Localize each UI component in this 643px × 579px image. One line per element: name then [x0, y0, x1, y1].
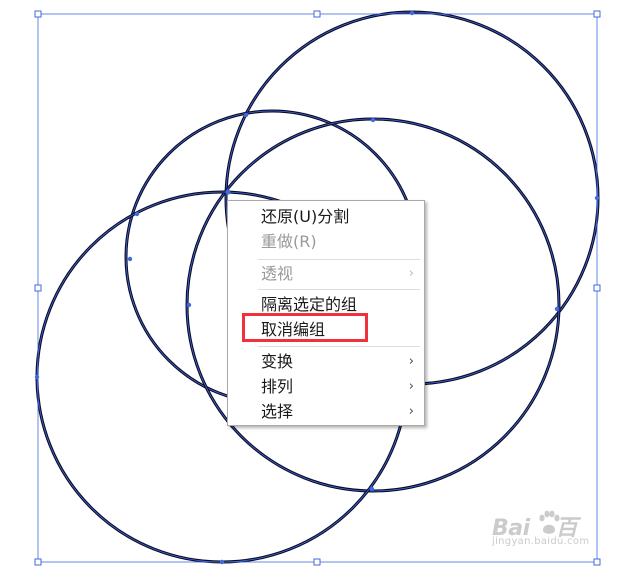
resize-handle-top-left[interactable] — [34, 10, 42, 18]
menu-item-label: 重做(R) — [261, 232, 317, 251]
menu-item-label: 排列 — [261, 377, 294, 396]
menu-item-transform[interactable]: 变换 › — [228, 350, 424, 374]
menu-item-label: 透视 — [261, 264, 294, 283]
menu-item-ungroup[interactable]: 取消编组 — [228, 318, 424, 342]
menu-item-label: 变换 — [261, 352, 294, 371]
anchor-point[interactable] — [370, 117, 376, 123]
menu-item-arrange[interactable]: 排列 › — [228, 375, 424, 399]
menu-item-label: 取消编组 — [261, 320, 326, 339]
anchor-point[interactable] — [554, 306, 560, 312]
resize-handle-bottom-right[interactable] — [593, 558, 601, 566]
anchor-point[interactable] — [34, 374, 40, 380]
resize-handle-top-right[interactable] — [593, 10, 601, 18]
anchor-point[interactable] — [225, 189, 231, 195]
menu-separator — [258, 259, 420, 260]
resize-handle-top-center[interactable] — [313, 10, 321, 18]
resize-handle-bottom-left[interactable] — [34, 558, 42, 566]
chevron-right-icon: › — [408, 404, 414, 419]
anchor-point[interactable] — [186, 302, 192, 308]
menu-item-select[interactable]: 选择 › — [228, 400, 424, 424]
menu-item-undo-split[interactable]: 还原(U)分割 — [228, 205, 424, 229]
menu-separator — [258, 346, 420, 347]
anchor-point[interactable] — [243, 112, 249, 118]
chevron-right-icon: › — [408, 266, 414, 281]
anchor-point[interactable] — [134, 211, 140, 217]
resize-handle-middle-right[interactable] — [593, 284, 601, 292]
anchor-point[interactable] — [409, 10, 415, 16]
menu-item-perspective[interactable]: 透视 › — [228, 262, 424, 286]
chevron-right-icon: › — [408, 354, 414, 369]
menu-item-label: 还原(U)分割 — [261, 207, 350, 226]
chevron-right-icon: › — [408, 379, 414, 394]
menu-item-label: 选择 — [261, 402, 294, 421]
anchor-point[interactable] — [369, 486, 375, 492]
menu-item-label: 隔离选定的组 — [261, 295, 358, 314]
context-menu: 还原(U)分割 重做(R) 透视 › 隔离选定的组 取消编组 变换 › 排列 ›… — [227, 200, 425, 426]
anchor-point[interactable] — [127, 256, 133, 262]
resize-handle-bottom-center[interactable] — [313, 558, 321, 566]
menu-item-redo[interactable]: 重做(R) — [228, 230, 424, 254]
menu-item-isolate-selected-group[interactable]: 隔离选定的组 — [228, 293, 424, 317]
resize-handle-middle-left[interactable] — [34, 284, 42, 292]
menu-separator — [258, 289, 420, 290]
